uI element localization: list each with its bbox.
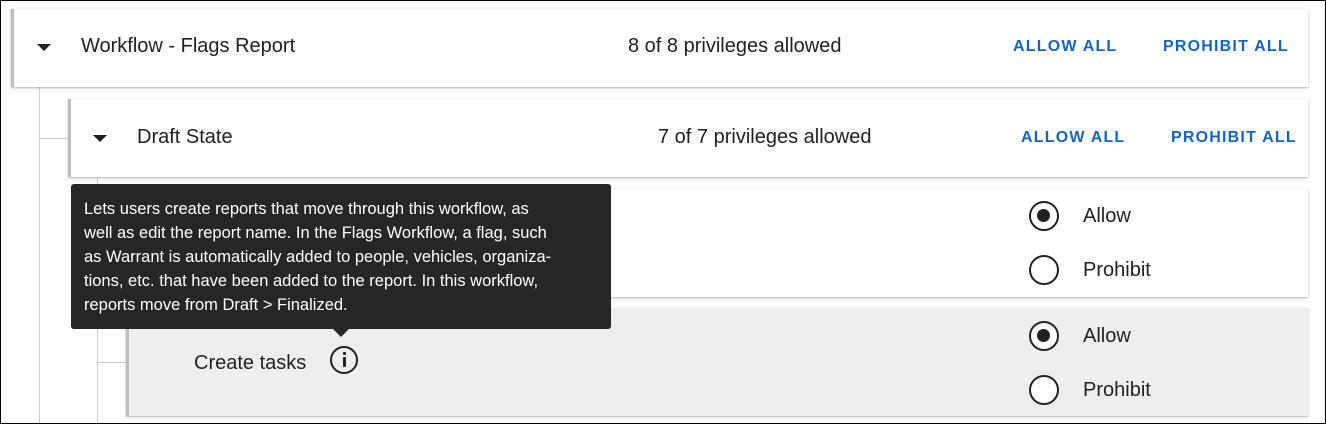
allow-label: Allow [1083, 205, 1131, 227]
state-privilege-count: 7 of 7 privileges allowed [658, 126, 872, 148]
workflow-privilege-count: 8 of 8 privileges allowed [628, 35, 842, 57]
tree-branch-level1 [39, 138, 69, 139]
tooltip-line: reports move from Draft > Finalized. [84, 296, 348, 314]
tooltip-line: well as edit the report name. In the Fla… [84, 224, 547, 242]
state-title: Draft State [137, 126, 233, 148]
caret-down-icon[interactable] [93, 135, 107, 142]
workflow-card: Workflow - Flags Report 8 of 8 privilege… [11, 9, 1308, 87]
radio-selected-dot [1037, 329, 1050, 342]
caret-down-icon[interactable] [37, 44, 51, 51]
radio-selected-dot [1037, 209, 1050, 222]
tree-branch-level2b [97, 362, 127, 363]
state-card: Draft State 7 of 7 privileges allowed AL… [68, 99, 1308, 177]
state-allow-all-button[interactable]: ALLOW ALL [1021, 129, 1125, 147]
tooltip-line: as Warrant is automatically added to peo… [84, 248, 552, 266]
privilege-label: Create tasks [194, 352, 307, 374]
tooltip-line: Lets users create reports that move thro… [84, 200, 529, 218]
state-prohibit-all-button[interactable]: PROHIBIT ALL [1171, 129, 1297, 147]
tooltip-line: tions, etc. that have been added to the … [84, 272, 539, 290]
tooltip-arrow [333, 329, 349, 337]
allow-label: Allow [1083, 325, 1131, 347]
workflow-prohibit-all-button[interactable]: PROHIBIT ALL [1163, 38, 1289, 56]
info-icon-bar [342, 357, 346, 367]
allow-radio[interactable] [1029, 201, 1059, 231]
prohibit-radio[interactable] [1029, 375, 1059, 405]
privilege-tooltip: Lets users create reports that move thro… [71, 184, 611, 337]
workflow-allow-all-button[interactable]: ALLOW ALL [1013, 38, 1117, 56]
prohibit-label: Prohibit [1083, 259, 1151, 281]
prohibit-radio[interactable] [1029, 255, 1059, 285]
allow-radio[interactable] [1029, 321, 1059, 351]
info-icon[interactable] [330, 346, 358, 374]
info-icon-dot [342, 352, 346, 355]
workflow-title: Workflow - Flags Report [81, 35, 296, 57]
prohibit-label: Prohibit [1083, 379, 1151, 401]
